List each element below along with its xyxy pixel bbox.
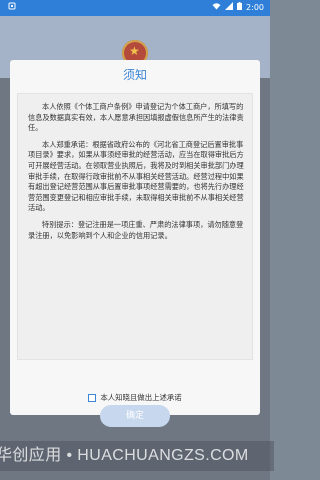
app-notification-icon: [8, 0, 16, 16]
agree-label: 本人知晓且做出上述承诺: [100, 393, 182, 402]
notice-paragraph-2: 本人郑重承诺：根据省政府公布的《河北省工商登记后置审批事项目录》要求，如果从事须…: [28, 139, 244, 213]
dialog-title: 须知: [122, 68, 147, 82]
battery-icon: [237, 0, 243, 16]
confirm-button[interactable]: 确定: [100, 405, 170, 427]
signal-icon: [225, 0, 234, 16]
wifi-icon: [212, 0, 221, 16]
notice-paragraph-3: 特别提示：登记注册是一项庄重、严肃的法律事项，请勿随意登录注册，以免影响到个人和…: [28, 219, 244, 240]
notice-content-panel[interactable]: 本人依照《个体工商户条例》申请登记为个体工商户，所填写的信息及数据真实有效，本人…: [17, 93, 253, 360]
status-bar: 2:00: [0, 0, 270, 16]
status-time: 2:00: [246, 3, 264, 12]
watermark-text: 华创应用 • HUACHUANGZS.COM: [0, 441, 274, 471]
agree-checkbox[interactable]: [88, 394, 97, 402]
agree-checkbox-row[interactable]: 本人知晓且做出上述承诺: [10, 393, 260, 403]
notice-paragraph-1: 本人依照《个体工商户条例》申请登记为个体工商户，所填写的信息及数据真实有效，本人…: [28, 102, 244, 133]
notice-dialog: 须知 本人依照《个体工商户条例》申请登记为个体工商户，所填写的信息及数据真实有效…: [10, 60, 260, 415]
